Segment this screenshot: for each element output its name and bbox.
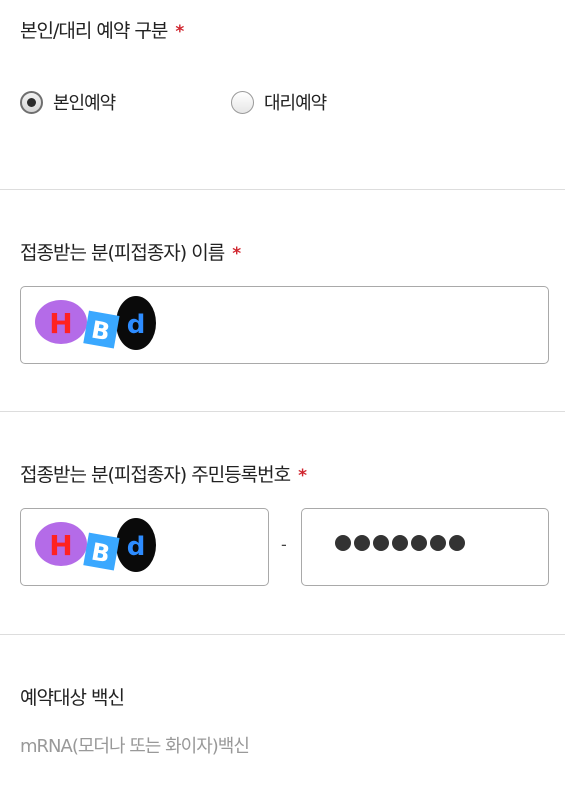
masked-dot xyxy=(430,535,446,551)
svg-text:H: H xyxy=(49,307,72,340)
hbd-sticker-icon: d H B xyxy=(35,296,156,350)
masked-dot xyxy=(449,535,465,551)
resident-number-label: 접종받는 분(피접종자) 주민등록번호 * xyxy=(20,460,307,487)
radio-self-booking-label: 본인예약 xyxy=(53,93,116,114)
booking-type-label-text: 본인/대리 예약 구분 xyxy=(20,20,168,42)
radio-proxy-booking-label: 대리예약 xyxy=(264,93,327,114)
resident-number-separator: - xyxy=(281,535,287,554)
masked-dot xyxy=(411,535,427,551)
resident-number-label-text: 접종받는 분(피접종자) 주민등록번호 xyxy=(20,464,291,486)
booking-form: 본인/대리 예약 구분 * 본인예약 대리예약 접종받는 분(피접종자) 이름 * … xyxy=(0,0,565,787)
divider xyxy=(0,634,565,635)
svg-text:d: d xyxy=(127,532,146,562)
masked-dot xyxy=(354,535,370,551)
recipient-name-label: 접종받는 분(피접종자) 이름 * xyxy=(20,238,241,265)
radio-unchecked-icon[interactable] xyxy=(231,90,254,114)
masked-dot xyxy=(392,535,408,551)
divider xyxy=(0,189,565,190)
masked-dot xyxy=(335,535,351,551)
booking-type-label: 본인/대리 예약 구분 * xyxy=(20,16,184,43)
masked-dot xyxy=(373,535,389,551)
radio-self-booking[interactable]: 본인예약 xyxy=(20,89,116,115)
resident-number-back-input[interactable] xyxy=(301,508,549,586)
masked-password-dots xyxy=(335,535,465,551)
recipient-name-label-text: 접종받는 분(피접종자) 이름 xyxy=(20,242,225,264)
required-mark: * xyxy=(298,466,307,486)
hbd-sticker-icon: d H B xyxy=(35,518,156,572)
radio-checked-icon[interactable] xyxy=(20,90,43,114)
vaccine-value: mRNA(모더나 또는 화이자)백신 xyxy=(20,736,250,757)
recipient-name-input[interactable]: d H B xyxy=(20,286,549,364)
required-mark: * xyxy=(232,244,241,264)
resident-number-front-input[interactable]: d H B xyxy=(20,508,269,586)
radio-proxy-booking[interactable]: 대리예약 xyxy=(231,89,327,115)
svg-text:H: H xyxy=(49,529,72,562)
divider xyxy=(0,411,565,412)
svg-text:d: d xyxy=(127,310,146,340)
vaccine-label: 예약대상 백신 xyxy=(20,687,125,709)
required-mark: * xyxy=(175,22,184,42)
